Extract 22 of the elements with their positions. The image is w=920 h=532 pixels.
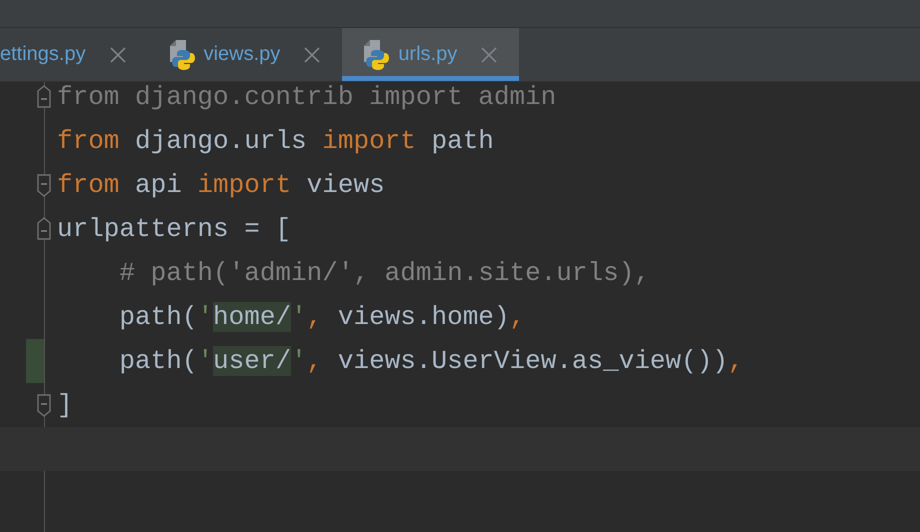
file-tab[interactable]: views.py: [148, 28, 342, 81]
code-line: path('user/', views.UserView.as_view()),: [118, 345, 744, 378]
close-icon[interactable]: [110, 46, 126, 62]
code-line: from django.contrib import admin: [57, 82, 556, 114]
change-marker[interactable]: [26, 339, 44, 383]
tab-label[interactable]: ettings.py: [0, 43, 86, 66]
close-icon[interactable]: [481, 46, 498, 62]
code-line: # path('admin/', admin.site.urls),: [118, 257, 650, 290]
file-tab[interactable]: ettings.py: [0, 28, 148, 81]
code-line: path('home/', views.home),: [118, 301, 526, 334]
close-icon[interactable]: [304, 46, 320, 62]
code-line: ]: [57, 389, 73, 422]
code-line: urlpatterns = [: [57, 213, 292, 246]
code-line: from api import views: [57, 169, 385, 202]
file-tab[interactable]: urls.py: [342, 28, 520, 81]
code-line: from django.urls import path: [57, 125, 494, 158]
fold-icon[interactable]: [36, 217, 52, 241]
fold-icon[interactable]: [36, 85, 52, 109]
tab-label[interactable]: urls.py: [398, 43, 458, 66]
tab-label[interactable]: views.py: [204, 43, 280, 66]
fold-icon[interactable]: [36, 173, 52, 197]
fold-icon[interactable]: [36, 393, 52, 417]
